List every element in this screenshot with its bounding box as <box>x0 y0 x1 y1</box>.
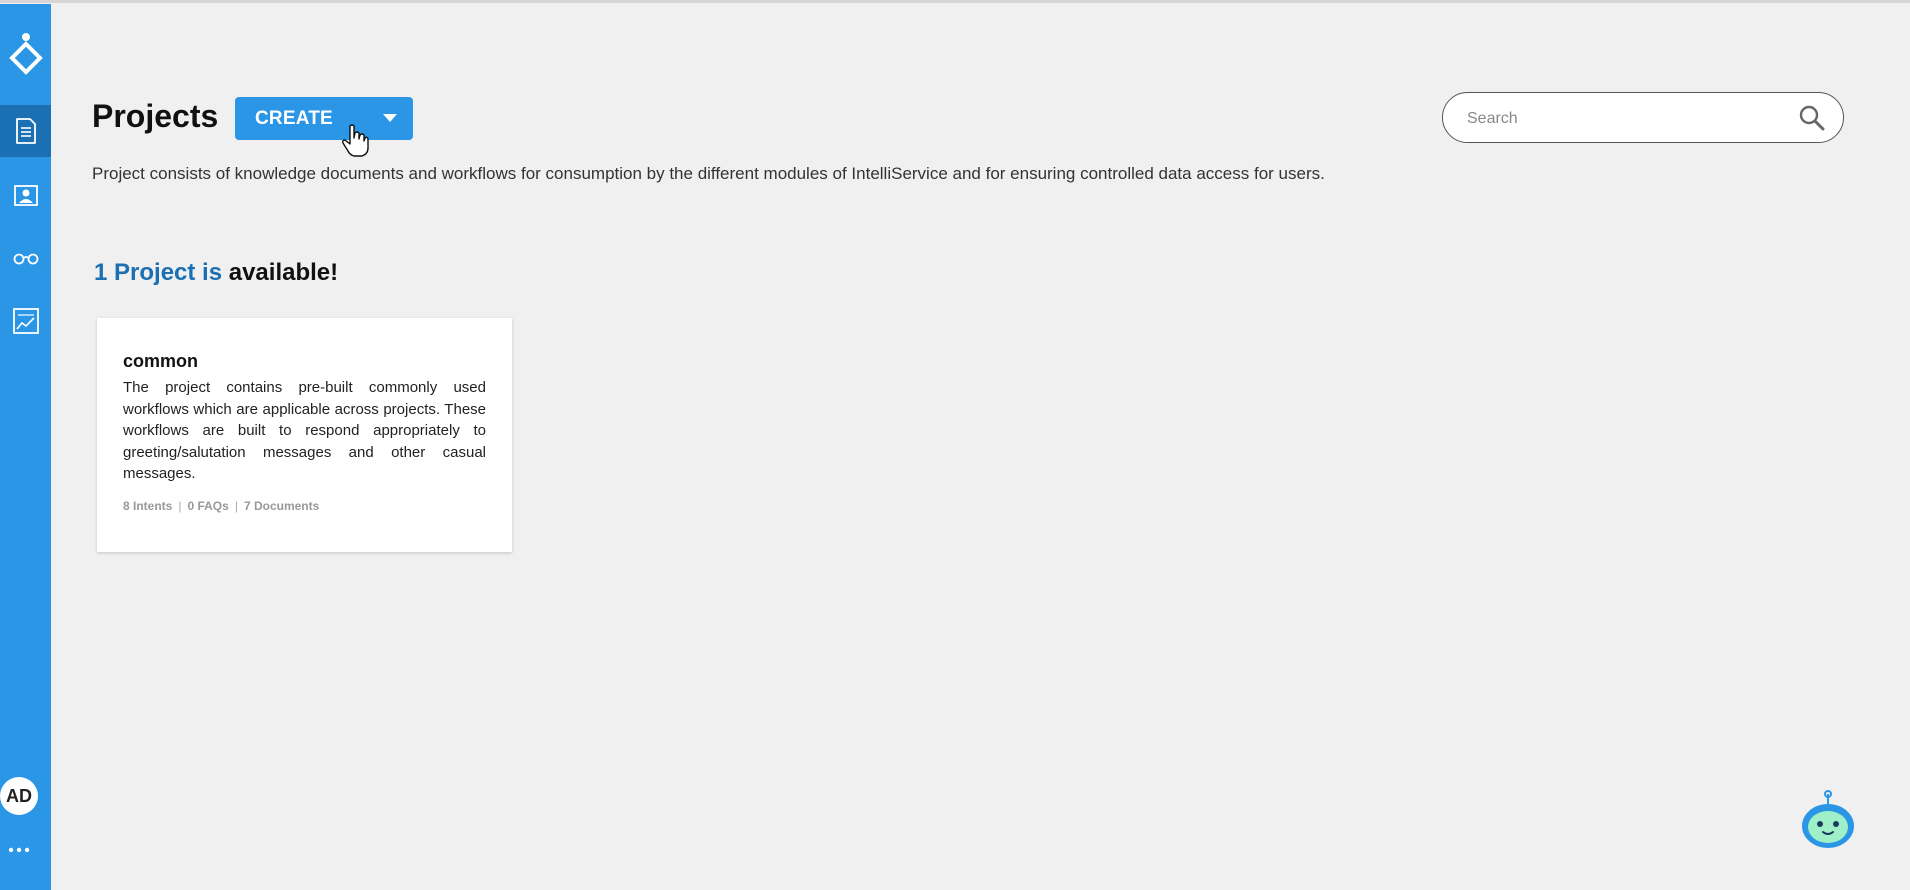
project-name: common <box>123 351 199 371</box>
page-title: Projects <box>92 98 219 134</box>
sidebar: AD <box>0 4 51 890</box>
nav-profiles[interactable] <box>0 170 51 222</box>
project-description: The project contains pre-built commonly … <box>123 379 486 482</box>
nav-projects[interactable] <box>0 105 51 157</box>
user-avatar[interactable]: AD <box>0 777 38 815</box>
analytics-chart-icon <box>12 308 39 334</box>
project-available-text: available! <box>228 259 339 286</box>
faqs-count: 0 FAQs <box>187 499 229 513</box>
page-description: Project consists of knowledge documents … <box>92 164 1325 183</box>
more-dots-icon <box>8 847 30 853</box>
project-stats: 8 Intents | 0 FAQs | 7 Documents <box>123 499 319 513</box>
search-input[interactable] <box>1465 105 1769 133</box>
glasses-icon <box>13 253 38 265</box>
top-border <box>0 0 1910 3</box>
app-logo[interactable] <box>0 26 51 82</box>
project-count-text: 1 Project is <box>94 259 223 286</box>
search-container <box>1442 92 1844 143</box>
logo-icon <box>8 33 43 75</box>
document-icon <box>15 118 36 144</box>
chevron-down-icon[interactable] <box>383 114 397 122</box>
nav-review[interactable] <box>0 233 51 285</box>
search-icon[interactable] <box>1798 104 1826 132</box>
stats-separator: | <box>234 499 238 513</box>
project-count-heading: 1 Project is available! <box>94 259 338 287</box>
nav-analytics[interactable] <box>0 295 51 347</box>
create-button[interactable]: CREATE <box>235 97 413 140</box>
profile-card-icon <box>13 185 38 206</box>
stats-separator: | <box>178 499 182 513</box>
documents-count: 7 Documents <box>243 499 320 513</box>
project-card[interactable]: common The project contains pre-built co… <box>97 318 512 552</box>
hand-cursor-icon <box>342 124 369 157</box>
create-button-label: CREATE <box>255 107 333 129</box>
intents-count: 8 Intents <box>123 499 173 513</box>
more-menu-button[interactable] <box>0 840 38 860</box>
chatbot-icon[interactable] <box>1800 790 1860 850</box>
